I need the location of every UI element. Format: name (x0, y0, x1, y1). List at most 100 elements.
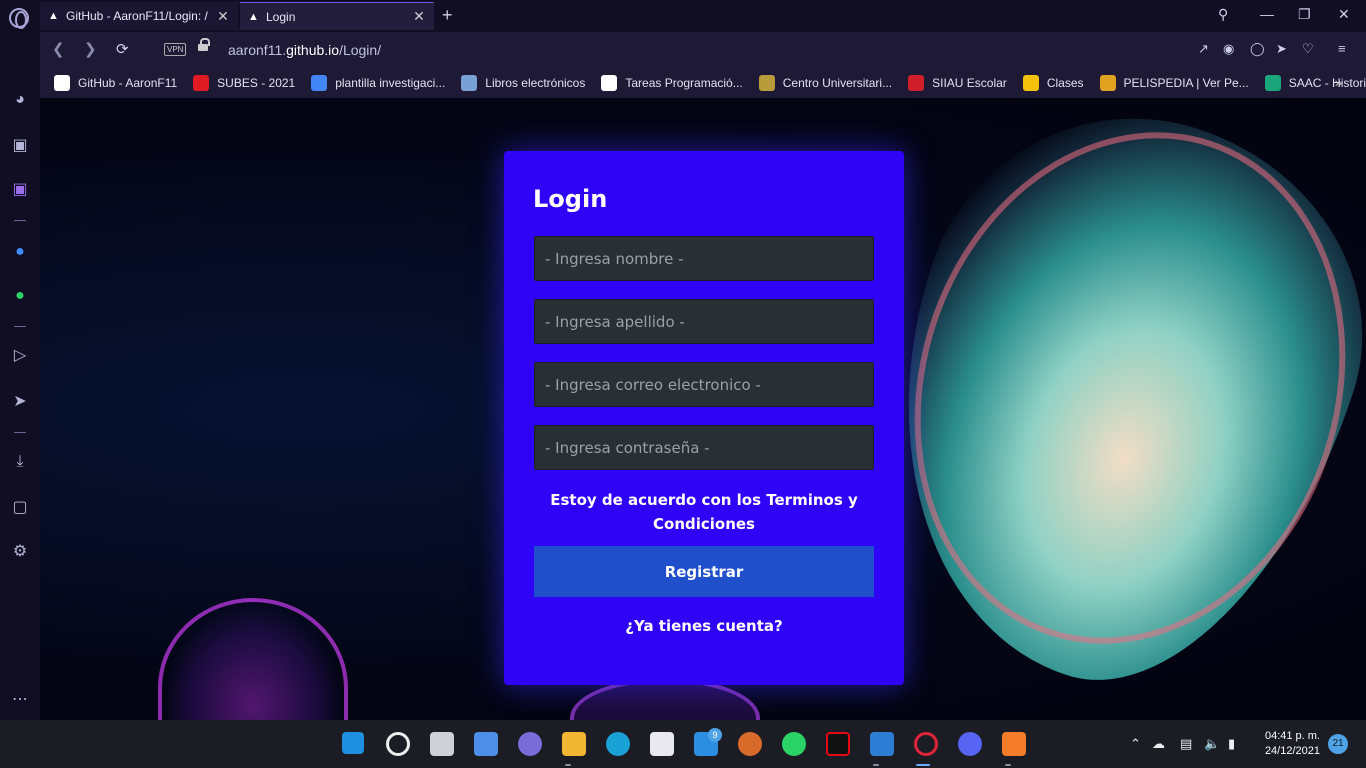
battery-icon[interactable]: ▮ (1228, 736, 1235, 752)
heart-icon[interactable]: ♡ (1302, 41, 1314, 57)
xampp-icon[interactable] (1002, 732, 1026, 756)
search-icon[interactable] (386, 732, 410, 756)
tab-login[interactable]: ▲ Login ✕ (240, 2, 434, 30)
bookmark-favicon-icon (1022, 75, 1039, 91)
bookmark-favicon-icon (311, 75, 328, 91)
search-tabs-icon[interactable]: ⚲ (1218, 6, 1228, 23)
downloads-icon[interactable]: ⤓ (10, 452, 30, 472)
whatsapp-icon[interactable]: ● (10, 286, 30, 306)
media-icon[interactable] (738, 732, 762, 756)
clock[interactable]: 04:41 p. m. 24/12/2021 (1258, 729, 1320, 759)
cloud-icon[interactable]: ☁ (1152, 736, 1165, 752)
bookmark-favicon-icon (758, 75, 775, 91)
edge-icon[interactable] (606, 732, 630, 756)
bookmark-item[interactable]: SUBES - 2021 (193, 75, 295, 91)
task-view-icon[interactable] (430, 732, 454, 756)
file-explorer-icon[interactable] (562, 732, 586, 756)
sidebar: ◕ ▣ ▣ ● ● ▷ ➤ ⤓ ▢ ⚙ ⋯ (0, 32, 40, 720)
more-icon[interactable]: ⋯ (10, 690, 30, 710)
bookmark-favicon-icon (1099, 75, 1116, 91)
forward-icon[interactable]: ❯ (84, 40, 97, 58)
adblock-icon[interactable]: ◯ (1250, 41, 1265, 57)
vpn-badge[interactable]: VPN (164, 43, 187, 56)
bookmark-item[interactable]: Centro Universitari... (758, 75, 893, 91)
address-bar: ❮ ❯ ⟳ VPN aaronf11.github.io/Login/ ↗ ◉ … (40, 32, 1366, 68)
chevron-up-icon[interactable]: ⌃ (1130, 736, 1141, 752)
apellido-input[interactable] (534, 299, 874, 344)
shopping-bag-icon[interactable]: ▣ (10, 136, 30, 156)
store-icon[interactable] (650, 732, 674, 756)
bookmark-label: plantilla investigaci... (335, 76, 446, 90)
tab-label: GitHub - AaronF11/Login: / (66, 9, 208, 23)
extensions-cube-icon[interactable]: ▢ (10, 498, 30, 518)
start-icon[interactable] (342, 732, 364, 754)
close-tab-icon[interactable]: ✕ (216, 8, 230, 25)
bookmark-item[interactable]: GitHub - AaronF11 (54, 75, 177, 91)
bookmarks-overflow-icon[interactable]: » (1335, 75, 1342, 90)
bookmark-item[interactable]: Clases (1022, 75, 1084, 91)
settings-gear-icon[interactable]: ⚙ (10, 542, 30, 562)
bookmark-item[interactable]: PELISPEDIA | Ver Pe... (1099, 75, 1249, 91)
widgets-icon[interactable] (474, 732, 498, 756)
reload-icon[interactable]: ⟳ (116, 40, 129, 58)
opera-menu-icon[interactable] (9, 8, 29, 29)
messenger-icon[interactable]: ● (10, 242, 30, 262)
bookmark-item[interactable]: SAAC - Historial (1264, 75, 1366, 91)
bookmark-favicon-icon (908, 75, 925, 91)
bookmark-label: SUBES - 2021 (217, 76, 296, 90)
taskbar: 9 ⌃ ☁ ▤ 🔈 ▮ 04:41 p. m. 24/12/2021 21 (0, 720, 1366, 768)
bookmark-item[interactable]: Libros electrónicos (461, 75, 585, 91)
bookmark-label: Centro Universitari... (782, 76, 893, 90)
page-title: Login (533, 185, 608, 213)
terms-text[interactable]: Estoy de acuerdo con los Terminos y Cond… (534, 488, 874, 536)
bookmarks-bar: GitHub - AaronF11 SUBES - 2021 plantilla i… (40, 68, 1366, 98)
password-input[interactable] (534, 425, 874, 470)
opera-icon[interactable] (914, 732, 938, 756)
back-icon[interactable]: ❮ (52, 40, 65, 58)
player-icon[interactable]: ▷ (10, 346, 30, 366)
bookmark-label: SAAC - Historial (1288, 76, 1366, 90)
incognito-icon: ▲ (48, 10, 59, 22)
flow-send-icon[interactable]: ➤ (10, 392, 30, 412)
bookmark-favicon-icon (54, 75, 70, 91)
teams-chat-icon[interactable] (518, 732, 542, 756)
tab-github[interactable]: ▲ GitHub - AaronF11/Login: / ✕ (40, 2, 238, 30)
have-account-link[interactable]: ¿Ya tienes cuenta? (534, 617, 874, 635)
bookmark-label: SIIAU Escolar (932, 76, 1007, 90)
notification-badge[interactable]: 21 (1328, 734, 1348, 754)
close-tab-icon[interactable]: ✕ (412, 8, 426, 25)
vscode-icon[interactable] (870, 732, 894, 756)
send-icon[interactable]: ➤ (1276, 41, 1287, 57)
tab-label: Login (266, 9, 296, 24)
lock-icon[interactable] (198, 38, 210, 52)
bookmark-item[interactable]: plantilla investigaci... (311, 75, 445, 91)
bookmark-item[interactable]: Tareas Programació... (601, 75, 743, 91)
email-input[interactable] (534, 362, 874, 407)
minimize-button[interactable]: — (1260, 6, 1274, 22)
speed-dial-icon[interactable]: ◕ (10, 90, 30, 110)
netflix-icon[interactable] (826, 732, 850, 756)
camera-icon[interactable]: ◉ (1223, 41, 1234, 57)
new-tab-button[interactable]: + (442, 5, 453, 26)
url-field[interactable]: aaronf11.github.io/Login/ (228, 42, 381, 58)
share-icon[interactable]: ↗ (1198, 41, 1209, 57)
discord-icon[interactable] (958, 732, 982, 756)
registrar-button[interactable]: Registrar (534, 546, 874, 597)
restore-button[interactable]: ❐ (1298, 6, 1311, 23)
close-window-button[interactable]: ✕ (1338, 6, 1350, 23)
bookmark-item[interactable]: SIIAU Escolar (908, 75, 1007, 91)
volume-icon[interactable]: 🔈 (1204, 736, 1220, 752)
network-icon[interactable]: ▤ (1180, 736, 1192, 752)
jellyfish-image (158, 598, 348, 720)
mail-badge: 9 (708, 728, 722, 742)
incognito-icon: ▲ (248, 10, 259, 23)
time: 04:41 p. m. (1264, 730, 1320, 742)
nombre-input[interactable] (534, 236, 874, 281)
tab-bar: ▲ GitHub - AaronF11/Login: / ✕ ▲ Login ✕… (0, 0, 1366, 32)
page-content: Login Estoy de acuerdo con los Terminos … (40, 98, 1366, 720)
whatsapp-icon[interactable] (782, 732, 806, 756)
twitch-icon[interactable]: ▣ (10, 180, 30, 200)
bookmark-favicon-icon (1264, 75, 1281, 91)
settings-sliders-icon[interactable]: ≡ (1338, 41, 1346, 56)
date: 24/12/2021 (1264, 745, 1320, 757)
